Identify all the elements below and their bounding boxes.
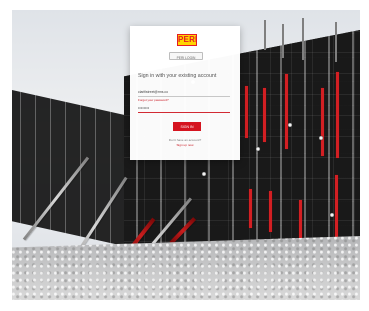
sign-in-dialog: PERI PERI LOGIN Sign in with your existi…: [130, 26, 240, 160]
scaffold-pole: [302, 18, 304, 60]
scaffold-pole: [335, 22, 337, 62]
gravel-ground: [12, 236, 360, 300]
password-field[interactable]: [138, 103, 230, 113]
red-formwork-bar: [245, 86, 248, 138]
red-formwork-bar: [249, 189, 252, 228]
red-formwork-bar: [335, 175, 338, 243]
sign-up-link[interactable]: Sign up now: [130, 143, 240, 147]
formwork-bolt: [319, 136, 323, 140]
red-formwork-bar: [269, 191, 272, 232]
formwork-bolt: [330, 213, 334, 217]
sign-in-button[interactable]: SIGN IN: [173, 122, 201, 131]
screenshot-frame: PERI PERI LOGIN Sign in with your existi…: [0, 0, 369, 311]
peri-logo: PERI: [177, 34, 198, 46]
red-formwork-bar: [336, 72, 339, 158]
formwork-bolt: [288, 123, 292, 127]
red-formwork-bar: [321, 88, 324, 156]
peri-login-button[interactable]: PERI LOGIN: [169, 52, 203, 60]
red-formwork-bar: [285, 74, 288, 149]
formwork-bolt: [256, 147, 260, 151]
sign-in-heading: Sign in with your existing account: [138, 73, 217, 79]
email-field[interactable]: [138, 87, 230, 97]
forgot-password-link[interactable]: Forgot your password?: [138, 98, 169, 102]
no-account-text: Don't have an account?: [168, 138, 202, 142]
scaffold-pole: [264, 20, 266, 50]
scaffold-pole: [282, 24, 284, 58]
red-formwork-bar: [263, 88, 266, 142]
formwork-bolt: [202, 172, 206, 176]
